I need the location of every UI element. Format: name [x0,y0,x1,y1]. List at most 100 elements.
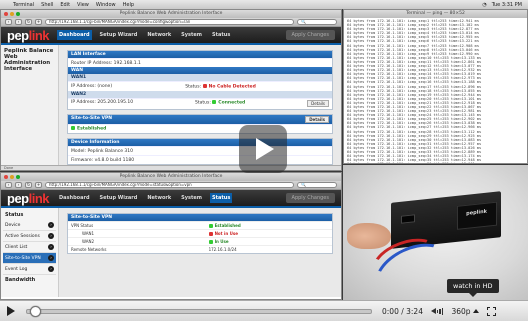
browser-statusbar: Done [1,165,341,170]
tab-network[interactable]: Network [145,30,173,40]
address-bar[interactable]: http://192.168.1.1/cgi-bin/MANGA/index.c… [45,182,294,188]
reload-button[interactable]: ↻ [25,182,32,188]
play-icon [7,306,15,316]
quality-button[interactable]: 360p [451,307,479,316]
window-title: Peplink Balance Web Administration Inter… [119,174,223,179]
tab-status[interactable]: Status [210,193,233,203]
tab-dashboard[interactable]: Dashboard [57,30,92,40]
peplink-logo[interactable]: peplink [7,28,50,43]
time-display: 0:00 / 3:24 [382,306,423,316]
vpn-status: Established [77,126,107,132]
menu-window[interactable]: Window [96,2,116,8]
menu-shell[interactable]: Shell [41,2,53,8]
row-value: In Use [214,239,229,244]
address-bar[interactable]: http://192.168.1.1/cgi-bin/MANGA/index.c… [45,19,294,25]
router-ip: Router IP Address: 192.168.1.1 [71,60,141,66]
chevron-right-icon: › [48,244,54,250]
sidebar-item-client-list[interactable]: Client List › [3,242,56,253]
sidebar-heading: Status [5,212,24,218]
dashboard-content: LAN Interface Router IP Address: 192.168… [59,45,341,168]
apply-changes-button[interactable]: Apply Changes [285,30,335,40]
forward-button[interactable]: › [15,19,22,25]
tab-dashboard[interactable]: Dashboard [57,193,92,203]
device-info-panel: Device Information Model: Peplink Balanc… [67,138,333,165]
speaker-icon [430,308,436,314]
menu-help[interactable]: Help [123,2,134,8]
tab-network[interactable]: Network [145,193,173,203]
caret-up-icon [472,309,479,313]
vpn-details-button[interactable]: Details [305,115,329,123]
window-titlebar[interactable]: Peplink Balance Web Administration Inter… [1,10,341,18]
minimize-window-icon[interactable] [10,175,14,179]
back-button[interactable]: ‹ [5,182,12,188]
device-info-header: Device Information [68,139,332,146]
lan-header: LAN Interface [68,51,332,58]
wan2-ip: IP Address: 205.200.195.10 [71,100,134,105]
sidebar-item-device[interactable]: Device › [3,220,56,231]
progress-bar[interactable] [22,301,372,321]
tab-status[interactable]: Status [210,30,232,40]
status-red-icon [208,232,213,236]
big-play-button[interactable] [239,125,287,173]
vpn-panel: Site-to-Site VPN Details Established [67,113,333,134]
progress-scrubber[interactable] [30,305,41,317]
status-sidebar: Status Device › Active Sessions › Client L… [1,208,59,297]
terminal-window: Terminal — ping — 80×52 64 bytes from 17… [343,9,528,164]
reload-button[interactable]: ↻ [25,19,32,25]
terminal-titlebar[interactable]: Terminal — ping — 80×52 [344,10,527,18]
tab-system[interactable]: System [179,30,204,40]
wan1-ip: IP Address: (none) [71,83,113,89]
peplink-logo[interactable]: peplink [7,191,50,206]
wan2-details-button[interactable]: Details [307,100,329,107]
watch-in-hd-tooltip[interactable]: watch in HD [447,279,499,297]
window-titlebar[interactable]: Peplink Balance Web Administration Inter… [1,173,341,181]
row-label: WAN1 [68,229,206,238]
table-row: WAN1 Not in Use [68,229,332,238]
add-bookmark-button[interactable]: + [35,182,42,188]
table-row: VPN Status Established [68,221,332,230]
chevron-right-icon: › [48,255,54,261]
zoom-window-icon[interactable] [16,175,20,179]
add-bookmark-button[interactable]: + [35,19,42,25]
progress-track[interactable] [26,308,372,314]
terminal-output[interactable]: 64 bytes from 172.16.1.101: icmp_seq=1 t… [344,18,527,163]
sidebar-item-active-sessions[interactable]: Active Sessions › [3,231,56,242]
menu-view[interactable]: View [77,2,89,8]
minimize-window-icon[interactable] [10,12,14,16]
vpn-header: Site-to-Site VPN [71,115,113,121]
row-label: Remote Networks [68,245,206,253]
search-field[interactable]: 🔍 [297,19,337,25]
back-button[interactable]: ‹ [5,19,12,25]
play-button[interactable] [0,301,22,321]
wan1-status: No Cable Detected [208,84,256,89]
table-row: WAN2 In Use [68,237,332,246]
search-field[interactable]: 🔍 [297,182,337,188]
device-firmware: Firmware: v4.8.0 build 1180 [71,157,135,163]
sidebar-item-site-to-site-vpn[interactable]: Site-to-Site VPN › [3,253,56,264]
status-green-icon [212,100,217,104]
tab-setup-wizard[interactable]: Setup Wizard [98,30,140,40]
menu-edit[interactable]: Edit [60,2,70,8]
forward-button[interactable]: › [15,182,22,188]
wan1-header: WAN1 [68,74,332,81]
mac-menubar: Terminal Shell Edit View Window Help ◔ T… [0,0,528,9]
menu-terminal[interactable]: Terminal [13,2,34,8]
volume-button[interactable] [430,307,444,315]
close-window-icon[interactable] [4,175,8,179]
tab-system[interactable]: System [179,193,204,203]
peplink-header: peplink Dashboard Setup Wizard Network S… [1,190,341,208]
peplink-header: peplink Dashboard Setup Wizard Network S… [1,27,341,45]
browser-window-status: Peplink Balance Web Administration Inter… [0,172,342,300]
chevron-right-icon: › [48,266,54,272]
apply-changes-button[interactable]: Apply Changes [285,193,335,203]
close-window-icon[interactable] [4,12,8,16]
sidebar-item-event-log[interactable]: Event Log › [3,264,56,275]
sidebar-bandwidth[interactable]: Bandwidth [3,275,56,285]
zoom-window-icon[interactable] [16,12,20,16]
video-frame[interactable]: Terminal Shell Edit View Window Help ◔ T… [0,0,528,321]
main-tabs: Dashboard Setup Wizard Network System St… [57,30,232,40]
menubar-clock[interactable]: Tue 3:31 PM [492,2,522,8]
wifi-icon[interactable]: ◔ [482,2,486,8]
tab-setup-wizard[interactable]: Setup Wizard [98,193,140,203]
fullscreen-button[interactable] [486,306,496,316]
